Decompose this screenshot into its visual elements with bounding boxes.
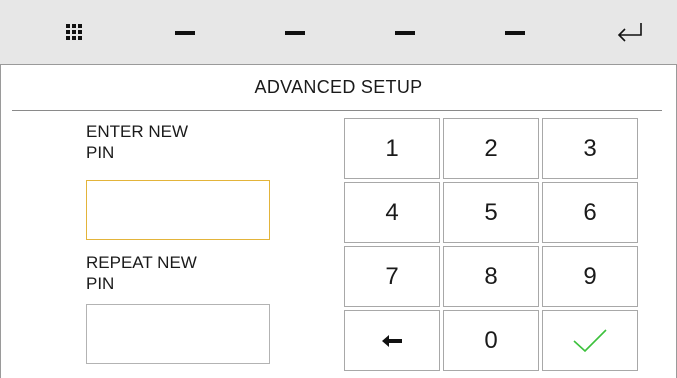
- key-1[interactable]: 1: [344, 118, 440, 179]
- confirm-key[interactable]: [542, 310, 638, 371]
- toolbar-slot-1[interactable]: [140, 0, 230, 65]
- dash-icon: [175, 30, 195, 35]
- dash-icon: [285, 30, 305, 35]
- toolbar-slot-4[interactable]: [470, 0, 560, 65]
- title-divider: [12, 110, 662, 111]
- toolbar-slot-2[interactable]: [250, 0, 340, 65]
- key-label: 3: [583, 134, 597, 162]
- grid-icon: [66, 23, 84, 42]
- key-8[interactable]: 8: [443, 246, 539, 307]
- dash-icon: [395, 30, 415, 35]
- left-arrow-icon: [382, 334, 402, 347]
- back-button[interactable]: [585, 0, 675, 65]
- repeat-pin-label-text: REPEAT NEW PIN: [86, 253, 197, 293]
- key-5[interactable]: 5: [443, 182, 539, 243]
- toolbar-slot-3[interactable]: [360, 0, 450, 65]
- key-9[interactable]: 9: [542, 246, 638, 307]
- key-label: 2: [484, 134, 498, 162]
- key-label: 8: [484, 262, 498, 290]
- return-arrow-icon: [617, 22, 642, 42]
- key-0[interactable]: 0: [443, 310, 539, 371]
- key-4[interactable]: 4: [344, 182, 440, 243]
- dash-icon: [505, 30, 525, 35]
- checkmark-icon: [573, 328, 607, 352]
- top-toolbar: [0, 0, 677, 65]
- key-6[interactable]: 6: [542, 182, 638, 243]
- new-pin-field[interactable]: [86, 180, 270, 240]
- repeat-pin-field[interactable]: [86, 304, 270, 364]
- key-7[interactable]: 7: [344, 246, 440, 307]
- key-3[interactable]: 3: [542, 118, 638, 179]
- key-label: 7: [385, 262, 399, 290]
- backspace-key[interactable]: [344, 310, 440, 371]
- key-label: 6: [583, 198, 597, 226]
- key-label: 9: [583, 262, 597, 290]
- page-title: ADVANCED SETUP: [254, 77, 423, 97]
- new-pin-label-text: ENTER NEW PIN: [86, 122, 188, 162]
- repeat-pin-label: REPEAT NEW PIN: [86, 252, 286, 294]
- key-label: 4: [385, 198, 399, 226]
- key-label: 0: [484, 326, 498, 354]
- key-label: 1: [385, 134, 399, 162]
- new-pin-label: ENTER NEW PIN: [86, 121, 286, 163]
- menu-button[interactable]: [30, 0, 120, 65]
- key-label: 5: [484, 198, 498, 226]
- key-2[interactable]: 2: [443, 118, 539, 179]
